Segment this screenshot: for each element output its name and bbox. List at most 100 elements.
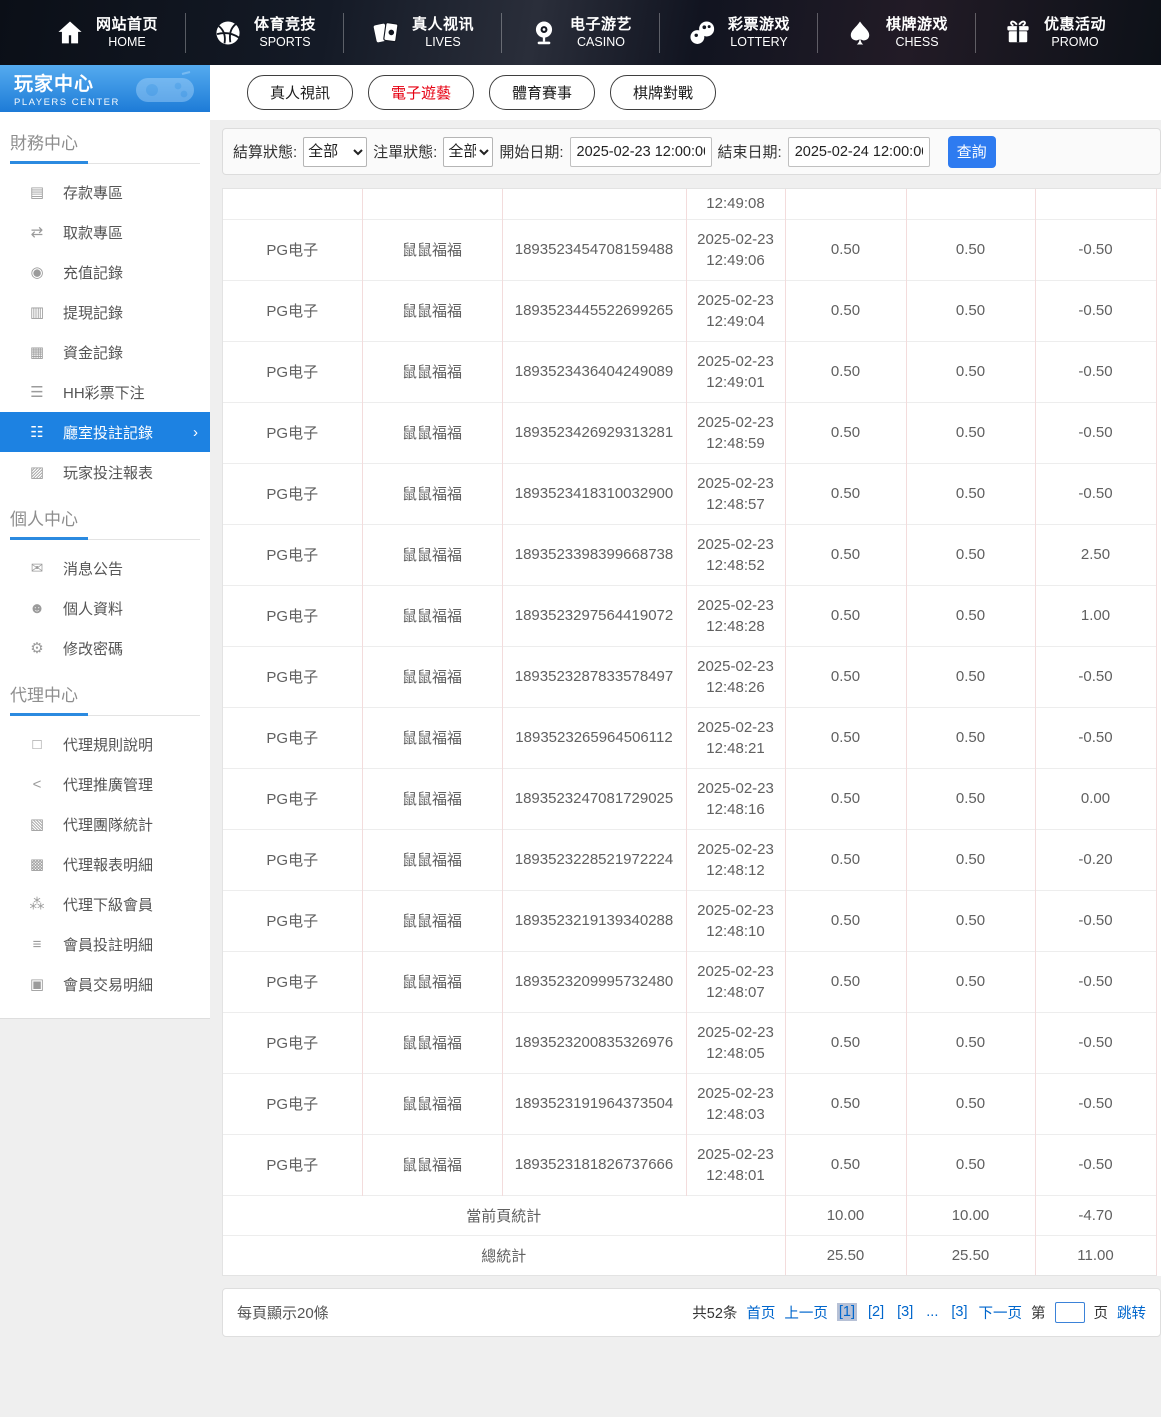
provider-cell: PG电子 (223, 951, 362, 1012)
page-link[interactable]: [3] (895, 1303, 915, 1321)
end-date-input[interactable] (788, 137, 930, 167)
jump-prefix-label: 第 (1031, 1302, 1046, 1323)
sidebar-item-agent-team-stats[interactable]: ▧ 代理團隊統計 (0, 804, 210, 844)
sidebar-item-player-bet-report[interactable]: ▨ 玩家投注報表 (0, 452, 210, 492)
table-row: PG电子 鼠鼠福福 1893523297564419072 2025-02-23… (223, 585, 1156, 646)
nav-item-home[interactable]: 网站首页HOME (28, 15, 185, 51)
nav-item-sports[interactable]: 体育竞技SPORTS (186, 15, 343, 51)
profit-cell: -0.50 (1035, 951, 1156, 1012)
sidebar-item-change-password[interactable]: ⚙ 修改密碼 (0, 628, 210, 668)
sidebar: 玩家中心 PLAYERS CENTER 財務中心 ▤ 存款專區 ⇄ 取款專區 (0, 65, 210, 1417)
tab-live-video[interactable]: 真人視訊 (247, 75, 353, 110)
tab-chess-battle[interactable]: 棋牌對戰 (610, 75, 716, 110)
game-cell: 鼠鼠福福 (362, 219, 502, 280)
summary-row: 當前頁統計 10.00 10.00 -4.70 (223, 1195, 1156, 1235)
bet-amount-cell: 0.50 (785, 1134, 906, 1195)
prev-page-link[interactable]: 上一页 (784, 1302, 828, 1323)
valid-amount-cell: 0.50 (906, 402, 1035, 463)
first-page-link[interactable]: 首页 (746, 1302, 775, 1323)
jump-suffix-label: 页 (1094, 1302, 1109, 1323)
start-date-input[interactable] (570, 137, 712, 167)
bet-datetime-cell: 2025-02-23 12:48:57 (686, 463, 785, 524)
sidebar-item-label: 會員交易明細 (63, 974, 153, 995)
sidebar-item-agent-report-detail[interactable]: ▩ 代理報表明細 (0, 844, 210, 884)
sidebar-item-room-bet-record[interactable]: ☷ 廳室投註記錄 › (0, 412, 210, 452)
sidebar-group-finance: 財務中心 ▤ 存款專區 ⇄ 取款專區 ◉ 充值記錄 (0, 116, 210, 492)
report-icon: ▩ (28, 855, 46, 873)
sidebar-item-hh-lottery-bet[interactable]: ☰ HH彩票下注 (0, 372, 210, 412)
sidebar-item-member-bet-detail[interactable]: ≡ 會員投註明細 (0, 924, 210, 964)
group-title: 財務中心 (0, 116, 210, 161)
sidebar-item-agent-sub-members[interactable]: ⁂ 代理下級會員 (0, 884, 210, 924)
provider-cell: PG电子 (223, 707, 362, 768)
order-status-select[interactable]: 全部 (443, 137, 493, 167)
next-page-link[interactable]: 下一页 (979, 1302, 1023, 1323)
tab-sports-events[interactable]: 體育賽事 (489, 75, 595, 110)
page-link[interactable]: [2] (866, 1303, 886, 1321)
nav-title: 优惠活动 (1044, 15, 1106, 35)
start-date-label: 開始日期: (499, 141, 563, 162)
game-cell: 鼠鼠福福 (362, 768, 502, 829)
settle-status-select[interactable]: 全部 (303, 137, 367, 167)
page-link[interactable]: ... (924, 1303, 940, 1321)
valid-amount-cell: 0.50 (906, 951, 1035, 1012)
gift-icon (1003, 18, 1033, 48)
table-row: PG电子 鼠鼠福福 1893523287833578497 2025-02-23… (223, 646, 1156, 707)
sidebar-item-funds-record[interactable]: ▦ 資金記錄 (0, 332, 210, 372)
tab-e-games[interactable]: 電子遊藝 (368, 75, 474, 110)
nav-item-chess[interactable]: 棋牌游戏CHESS (818, 15, 975, 51)
gear-icon: ⚙ (28, 639, 46, 657)
jump-button[interactable]: 跳转 (1117, 1302, 1146, 1323)
bet-id-cell: 1893523191964373504 (502, 1073, 686, 1134)
nav-item-promo[interactable]: 优惠活动PROMO (976, 15, 1133, 51)
bet-amount-cell: 0.50 (785, 219, 906, 280)
game-cell: 鼠鼠福福 (362, 707, 502, 768)
sidebar-item-agent-rules[interactable]: □ 代理規則說明 (0, 724, 210, 764)
bet-id-cell: 1893523287833578497 (502, 646, 686, 707)
nav-title: 体育竞技 (254, 15, 316, 35)
bet-id-cell: 1893523228521972224 (502, 829, 686, 890)
order-status-label: 注單狀態: (373, 141, 437, 162)
main-content: 真人視訊電子遊藝體育賽事棋牌對戰 結算狀態: 全部 注單狀態: 全部 開始日期:… (210, 65, 1161, 1417)
sidebar-item-recharge-record[interactable]: ◉ 充值記錄 (0, 252, 210, 292)
table-row: PG电子 鼠鼠福福 1893523247081729025 2025-02-23… (223, 768, 1156, 829)
nav-item-lives[interactable]: 真人视讯LIVES (344, 15, 501, 51)
table-row: PG电子 鼠鼠福福 1893523181826737666 2025-02-23… (223, 1134, 1156, 1195)
bet-amount-cell: 0.50 (785, 524, 906, 585)
table-row: PG电子 鼠鼠福福 1893523426929313281 2025-02-23… (223, 402, 1156, 463)
chevron-right-icon: › (193, 424, 198, 441)
sidebar-item-announcements[interactable]: ✉ 消息公告 (0, 548, 210, 588)
sidebar-item-withdraw-record[interactable]: ▥ 提現記錄 (0, 292, 210, 332)
sidebar-item-member-trade-detail[interactable]: ▣ 會員交易明細 (0, 964, 210, 1004)
valid-amount-cell: 0.50 (906, 707, 1035, 768)
sidebar-item-agent-promo[interactable]: < 代理推廣管理 (0, 764, 210, 804)
group-divider (10, 161, 200, 164)
sidebar-item-deposit-area[interactable]: ▤ 存款專區 (0, 172, 210, 212)
page-link[interactable]: [1] (837, 1303, 857, 1321)
bet-id-cell: 1893523454708159488 (502, 219, 686, 280)
sidebar-item-withdraw-area[interactable]: ⇄ 取款專區 (0, 212, 210, 252)
bet-datetime-cell: 2025-02-23 12:48:05 (686, 1012, 785, 1073)
bet-datetime-cell: 2025-02-23 12:49:06 (686, 219, 785, 280)
page-link[interactable]: [3] (949, 1303, 969, 1321)
nav-item-casino[interactable]: 电子游艺CASINO (502, 15, 659, 51)
game-cell: 鼠鼠福福 (362, 951, 502, 1012)
sidebar-item-label: 充值記錄 (63, 262, 123, 283)
sidebar-item-profile[interactable]: ☻ 個人資料 (0, 588, 210, 628)
profit-cell: -0.20 (1035, 829, 1156, 890)
bet-datetime-cell: 2025-02-23 12:48:12 (686, 829, 785, 890)
valid-amount-cell: 0.50 (906, 219, 1035, 280)
lottery-balls-icon (687, 18, 717, 48)
bet-amount-cell: 0.50 (785, 951, 906, 1012)
game-cell: 鼠鼠福福 (362, 646, 502, 707)
profit-cell: -0.50 (1035, 402, 1156, 463)
nav-item-lottery[interactable]: 彩票游戏LOTTERY (660, 15, 817, 51)
bet-records-panel: 12:49:08 PG电子 鼠鼠福福 1893523454708159488 2… (222, 188, 1161, 1276)
sidebar-group-personal: 個人中心 ✉ 消息公告 ☻ 個人資料 ⚙ 修改密碼 (0, 492, 210, 668)
bet-datetime-cell: 2025-02-23 12:48:26 (686, 646, 785, 707)
filter-bar: 結算狀態: 全部 注單狀態: 全部 開始日期: 結束日期: 查詢 (222, 128, 1161, 175)
search-button[interactable]: 查詢 (948, 136, 996, 168)
table-row: PG电子 鼠鼠福福 1893523200835326976 2025-02-23… (223, 1012, 1156, 1073)
jump-page-input[interactable] (1055, 1302, 1085, 1323)
provider-cell: PG电子 (223, 402, 362, 463)
